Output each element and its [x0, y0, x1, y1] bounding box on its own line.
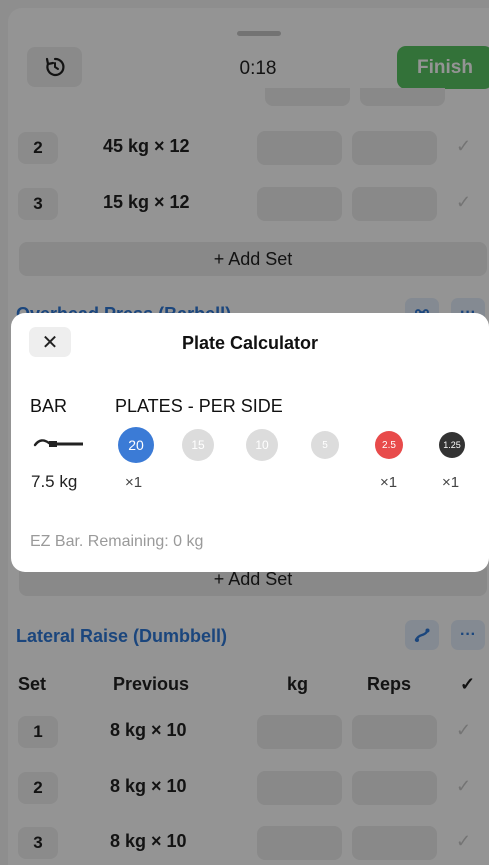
- plate-1-25[interactable]: 1.25: [439, 432, 465, 458]
- plate-count-20: ×1: [125, 474, 143, 491]
- plates-label: PLATES - PER SIDE: [115, 396, 283, 416]
- plate-5[interactable]: 5: [311, 431, 339, 459]
- bar-label: BAR: [30, 396, 68, 416]
- plate-15[interactable]: 15: [182, 429, 214, 461]
- plate-10[interactable]: 10: [246, 429, 278, 461]
- plate-calculator-modal: ✕ Plate Calculator BAR PLATES - PER SIDE…: [11, 313, 489, 572]
- plate-count-2-5: ×1: [380, 474, 398, 491]
- plate-20[interactable]: 20: [118, 427, 154, 463]
- app-screen: 0:18 Finish 2 45 kg × 12 ✓ 3 15 kg × 12 …: [0, 0, 489, 865]
- plate-count-1-25: ×1: [442, 474, 460, 491]
- bar-weight: 7.5 kg: [31, 472, 78, 491]
- barbell-icon: [33, 439, 83, 447]
- remaining-text: EZ Bar. Remaining: 0 kg: [30, 533, 204, 550]
- plate-2-5[interactable]: 2.5: [375, 431, 403, 459]
- modal-title: Plate Calculator: [181, 333, 319, 353]
